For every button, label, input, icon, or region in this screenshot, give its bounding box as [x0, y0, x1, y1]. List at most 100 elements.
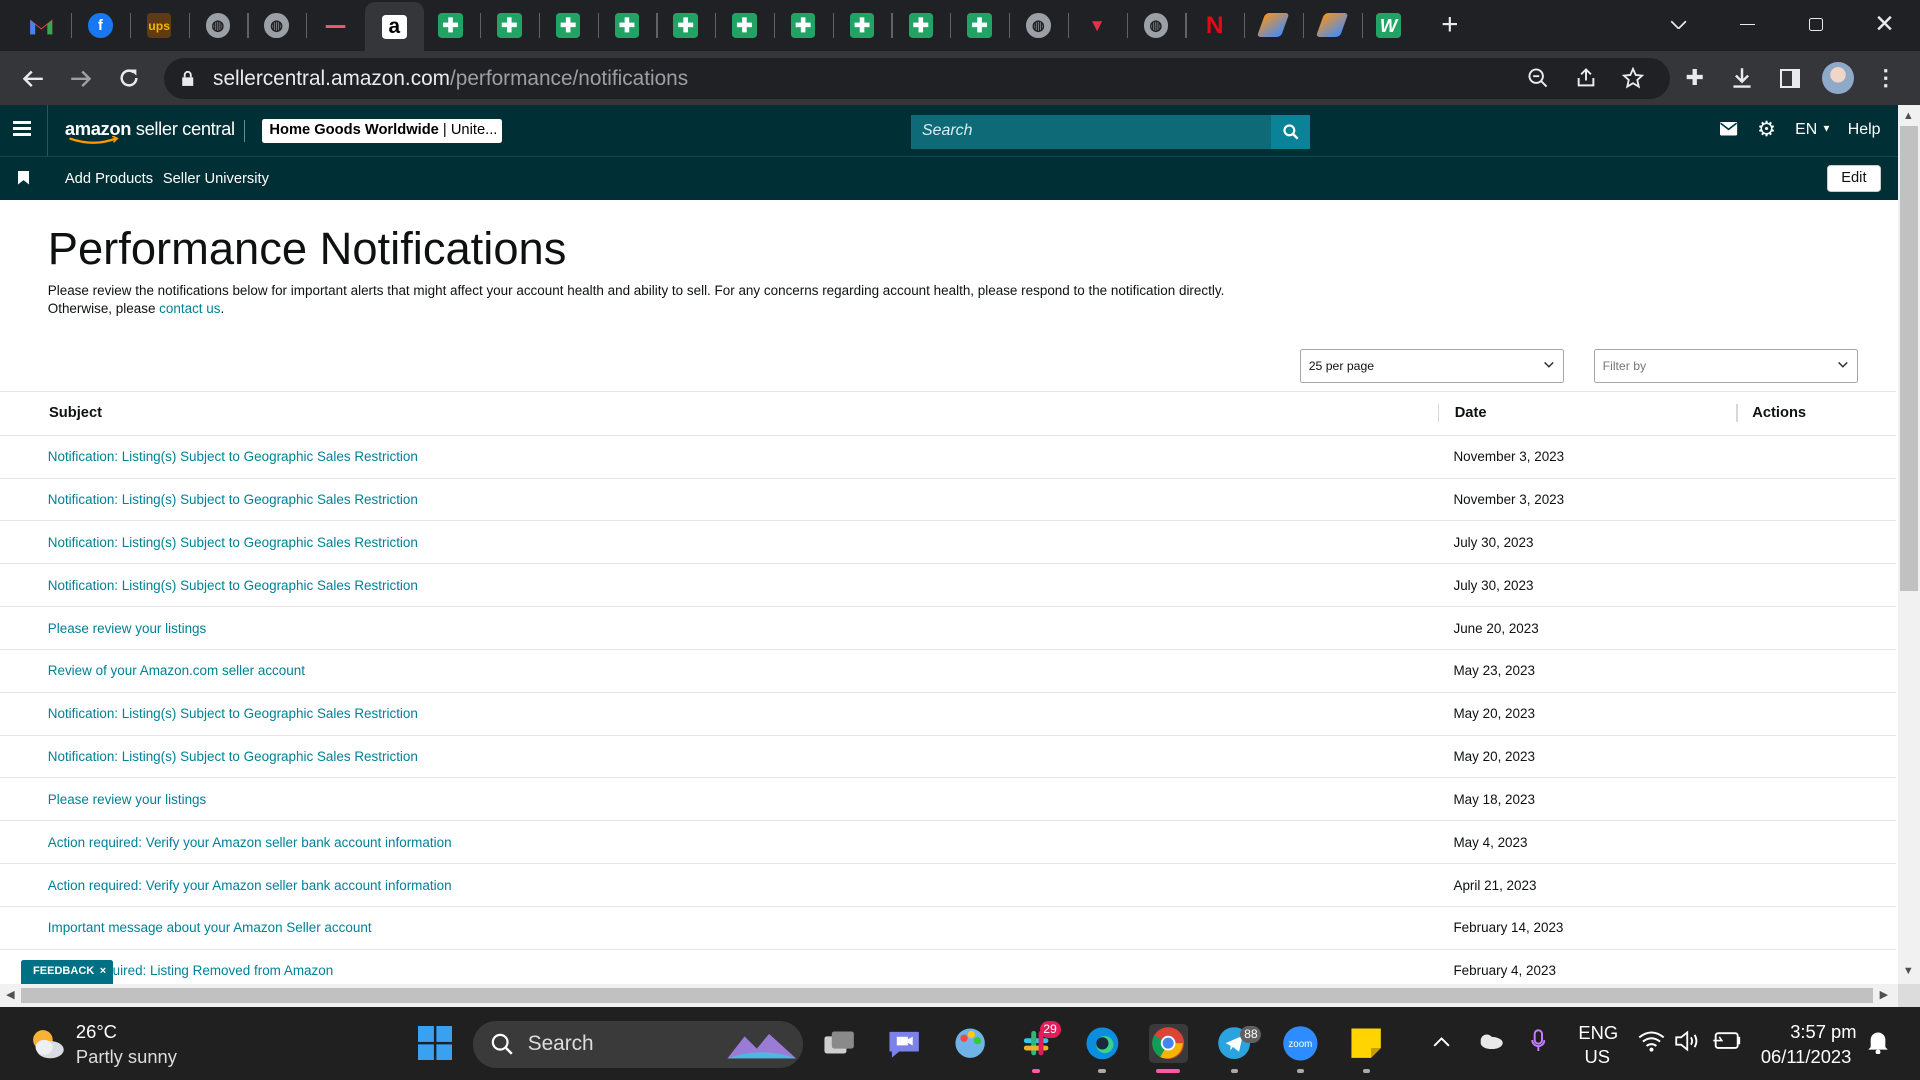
tab-app-1[interactable] [1247, 7, 1301, 44]
back-button[interactable] [16, 61, 50, 95]
search-input[interactable]: Search [911, 115, 1272, 150]
taskbar-search[interactable]: Search [472, 1021, 804, 1068]
tab-app-2[interactable] [1305, 7, 1359, 44]
notification-subject-link[interactable]: Notification: Listing(s) Subject to Geog… [48, 492, 418, 507]
notification-subject-link[interactable]: Review of your Amazon.com seller account [48, 663, 305, 678]
tab-sheets-1[interactable]: ✚ [424, 7, 478, 44]
start-button[interactable] [415, 1024, 454, 1063]
notification-subject-link[interactable]: Please review your listings [48, 792, 207, 807]
vertical-scroll-thumb[interactable] [1900, 126, 1918, 592]
tab-globe-4[interactable]: ◍ [1129, 7, 1183, 44]
downloads-button[interactable] [1725, 61, 1759, 95]
tab-netflix[interactable]: N [1188, 7, 1242, 44]
tab-sheets-5[interactable]: ✚ [659, 7, 713, 44]
hamburger-menu-icon[interactable] [13, 121, 31, 136]
bookmark-icon[interactable] [18, 171, 30, 185]
help-link[interactable]: Help [1848, 121, 1881, 139]
tab-sheets-2[interactable]: ✚ [482, 7, 536, 44]
clock-date[interactable]: 06/11/2023 [1761, 1046, 1852, 1068]
tab-site-2[interactable]: ▼ [1070, 7, 1124, 44]
chrome-menu-button[interactable]: ⋮ [1869, 61, 1903, 95]
notification-subject-link[interactable]: Action required: Verify your Amazon sell… [48, 835, 452, 850]
zoom-app-icon[interactable]: zoom [1281, 1024, 1320, 1063]
extensions-button[interactable]: ✚ [1678, 61, 1712, 95]
chrome-icon[interactable] [1148, 1023, 1188, 1063]
onedrive-cloud-icon[interactable] [1477, 1032, 1504, 1055]
language-selector[interactable]: EN ▼ [1795, 121, 1831, 139]
minimize-button[interactable] [1717, 0, 1778, 49]
tab-sheets-8[interactable]: ✚ [835, 7, 889, 44]
show-hidden-icons-chevron-icon[interactable] [1433, 1031, 1450, 1054]
search-button[interactable] [1271, 115, 1311, 150]
tab-globe-2[interactable]: ◍ [250, 7, 304, 44]
nav-link-add-products[interactable]: Add Products [65, 171, 153, 187]
filter-select[interactable]: Filter by [1594, 348, 1858, 384]
close-icon[interactable]: × [100, 965, 106, 977]
notification-subject-link[interactable]: uired: Listing Removed from Amazon [113, 963, 334, 978]
volume-icon[interactable] [1675, 1030, 1702, 1058]
sticky-notes-icon[interactable] [1347, 1024, 1386, 1063]
weather-icon[interactable] [27, 1024, 66, 1063]
language-indicator[interactable]: ENG [1578, 1022, 1618, 1044]
horizontal-scroll-thumb[interactable] [20, 988, 1874, 1003]
notification-subject-link[interactable]: Notification: Listing(s) Subject to Geog… [48, 578, 418, 593]
tab-sheets-10[interactable]: ✚ [953, 7, 1007, 44]
notification-subject-link[interactable]: Please review your listings [48, 621, 207, 636]
edit-button[interactable]: Edit [1826, 165, 1881, 192]
paint-icon[interactable] [950, 1024, 989, 1063]
tab-sheets-3[interactable]: ✚ [541, 7, 595, 44]
tab-ups[interactable]: ups [132, 7, 186, 44]
notification-subject-link[interactable]: Important message about your Amazon Sell… [48, 920, 372, 935]
side-panel-button[interactable] [1773, 61, 1807, 95]
zoom-icon[interactable] [1526, 66, 1550, 90]
feedback-button[interactable]: FEEDBACK × [20, 959, 113, 985]
tab-sheets-9[interactable]: ✚ [894, 7, 948, 44]
per-page-select[interactable]: 25 per page [1300, 348, 1564, 384]
microphone-icon[interactable] [1530, 1028, 1546, 1059]
tab-search-button[interactable] [1648, 0, 1709, 49]
scroll-left-icon[interactable]: ◀ [6, 988, 14, 1001]
tab-sheets-7[interactable]: ✚ [776, 7, 830, 44]
profile-button[interactable] [1821, 61, 1855, 95]
nav-link-seller-university[interactable]: Seller University [163, 171, 269, 187]
notification-bell-icon[interactable] [1867, 1030, 1889, 1060]
tab-site[interactable]: ▬▬ [309, 7, 363, 44]
reload-button[interactable] [111, 61, 145, 95]
share-icon[interactable] [1573, 66, 1597, 90]
teams-chat-icon[interactable] [884, 1024, 923, 1063]
address-bar[interactable]: sellercentral.amazon.com/performance/not… [164, 57, 1671, 100]
scroll-right-icon[interactable]: ▶ [1880, 988, 1888, 1001]
notification-subject-link[interactable]: Notification: Listing(s) Subject to Geog… [48, 449, 418, 464]
tab-sheets-6[interactable]: ✚ [718, 7, 772, 44]
tab-sheets-4[interactable]: ✚ [600, 7, 654, 44]
horizontal-scrollbar[interactable]: ◀ ▶ [0, 984, 1898, 1007]
mail-icon[interactable] [1720, 122, 1738, 140]
tab-globe-3[interactable]: ◍ [1011, 7, 1065, 44]
battery-icon[interactable] [1712, 1032, 1741, 1055]
notification-subject-link[interactable]: Notification: Listing(s) Subject to Geog… [48, 706, 418, 721]
task-view-icon[interactable] [819, 1024, 858, 1063]
wifi-icon[interactable] [1638, 1030, 1665, 1058]
tab-amazon[interactable]: a [364, 2, 424, 52]
scroll-up-icon[interactable]: ▲ [1903, 110, 1914, 122]
forward-button[interactable] [64, 61, 98, 95]
notification-subject-link[interactable]: Action required: Verify your Amazon sell… [48, 878, 452, 893]
keyboard-layout[interactable]: US [1584, 1046, 1610, 1068]
edge-icon[interactable] [1082, 1024, 1121, 1063]
tab-facebook[interactable]: f [73, 7, 127, 44]
vertical-scrollbar[interactable]: ▲ ▼ [1897, 105, 1920, 985]
scroll-down-icon[interactable]: ▼ [1903, 965, 1914, 977]
seller-central-logo[interactable]: amazon seller central [65, 118, 235, 144]
tab-globe-1[interactable]: ◍ [191, 7, 245, 44]
gear-icon[interactable]: ⚙ [1757, 119, 1776, 141]
new-tab-button[interactable]: + [1423, 7, 1477, 44]
clock-time[interactable]: 3:57 pm [1790, 1021, 1856, 1043]
star-icon[interactable] [1621, 66, 1645, 90]
contact-us-link[interactable]: contact us [159, 301, 220, 316]
tab-w[interactable]: W [1362, 7, 1416, 44]
store-selector[interactable]: Home Goods Worldwide | Unite... [262, 118, 503, 144]
weather-condition[interactable]: Partly sunny [76, 1046, 177, 1068]
notification-subject-link[interactable]: Notification: Listing(s) Subject to Geog… [48, 749, 418, 764]
tab-gmail[interactable] [15, 7, 69, 44]
close-window-button[interactable]: ✕ [1854, 0, 1915, 49]
